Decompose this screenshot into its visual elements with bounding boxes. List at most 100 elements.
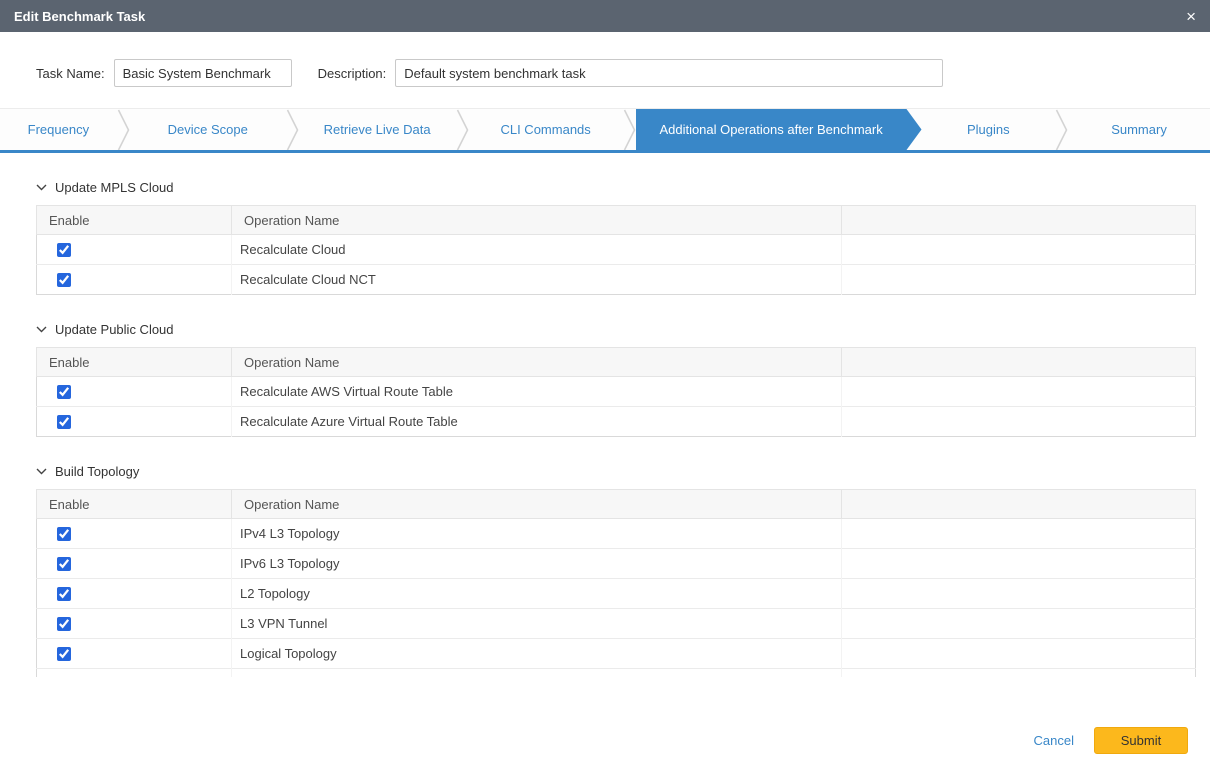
section-header[interactable]: Build Topology — [36, 461, 1196, 481]
enable-checkbox[interactable] — [57, 587, 71, 602]
tab-device-scope[interactable]: Device Scope — [130, 109, 286, 150]
table-row: Recalculate Cloud — [36, 234, 1196, 265]
section-header[interactable]: Update Public Cloud — [36, 319, 1196, 339]
submit-button[interactable]: Submit — [1094, 727, 1188, 754]
tab-plugins[interactable]: Plugins — [922, 109, 1056, 150]
column-header: Enable — [36, 205, 232, 235]
enable-checkbox[interactable] — [57, 415, 71, 430]
step-separator-icon — [1055, 109, 1068, 150]
tab-cli-commands[interactable]: CLI Commands — [469, 109, 623, 150]
column-header: Operation Name — [231, 205, 842, 235]
enable-checkbox[interactable] — [57, 385, 71, 400]
enable-checkbox[interactable] — [57, 617, 71, 632]
operations-table: Enable Operation Name Recalculate Cloud Rec… — [36, 205, 1196, 295]
step-separator-icon — [623, 109, 636, 150]
empty-cell — [841, 548, 1196, 579]
table-row: Logical Topology — [36, 638, 1196, 669]
empty-cell — [841, 578, 1196, 609]
operation-name: L2 Overlay Topology — [231, 668, 842, 677]
operation-name: IPv6 L3 Topology — [231, 548, 842, 579]
enable-cell — [36, 548, 232, 579]
step-separator-icon — [456, 109, 468, 150]
enable-checkbox[interactable] — [57, 243, 71, 258]
enable-cell — [36, 578, 232, 609]
table-row: L3 VPN Tunnel — [36, 608, 1196, 639]
chevron-down-icon — [36, 468, 47, 474]
tab-label: Frequency — [27, 122, 90, 137]
chevron-down-icon — [36, 184, 47, 190]
wizard-step-bar: Frequency Device Scope Retrieve Live Data C… — [0, 108, 1210, 153]
dialog-title: Edit Benchmark Task — [14, 8, 146, 24]
chevron-down-icon — [36, 326, 47, 332]
table-header-row: Enable Operation Name — [36, 489, 1196, 519]
enable-cell — [36, 668, 232, 677]
column-header — [841, 489, 1196, 519]
description-label: Description: — [317, 65, 387, 81]
tab-frequency[interactable]: Frequency — [0, 109, 117, 150]
column-header: Enable — [36, 347, 232, 377]
section-update-mpls-cloud: Update MPLS Cloud Enable Operation Name Rec… — [36, 177, 1196, 295]
empty-cell — [841, 608, 1196, 639]
operation-name: L3 VPN Tunnel — [231, 608, 842, 639]
table-row: Recalculate AWS Virtual Route Table — [36, 376, 1196, 407]
operation-sections: Update MPLS Cloud Enable Operation Name Rec… — [36, 177, 1196, 677]
section-title: Update MPLS Cloud — [55, 179, 174, 195]
tab-retrieve-live-data[interactable]: Retrieve Live Data — [299, 109, 456, 150]
operation-name: IPv4 L3 Topology — [231, 518, 842, 549]
tab-additional-operations-after-benchmark[interactable]: Additional Operations after Benchmark — [636, 109, 922, 150]
operation-name: L2 Topology — [231, 578, 842, 609]
step-separator-icon — [117, 109, 130, 150]
empty-cell — [841, 406, 1196, 437]
enable-cell — [36, 608, 232, 639]
table-row: IPv6 L3 Topology — [36, 548, 1196, 579]
step-separator-icon — [286, 109, 299, 150]
table-row: Recalculate Azure Virtual Route Table — [36, 406, 1196, 437]
tab-label: Plugins — [966, 122, 1010, 137]
section-build-topology: Build Topology Enable Operation Name IPv4 L… — [36, 461, 1196, 677]
empty-cell — [841, 518, 1196, 549]
tab-summary[interactable]: Summary — [1068, 109, 1210, 150]
empty-cell — [841, 234, 1196, 265]
operation-name: Logical Topology — [231, 638, 842, 669]
task-form-row: Task Name: Description: — [0, 32, 1210, 108]
description-input[interactable] — [395, 59, 944, 87]
table-row: L2 Topology — [36, 578, 1196, 609]
section-header[interactable]: Update MPLS Cloud — [36, 177, 1196, 197]
operations-scroll-area[interactable]: Update MPLS Cloud Enable Operation Name Rec… — [0, 153, 1210, 677]
section-update-public-cloud: Update Public Cloud Enable Operation Name R… — [36, 319, 1196, 437]
operation-name: Recalculate AWS Virtual Route Table — [231, 376, 842, 407]
close-icon[interactable]: × — [1186, 8, 1196, 25]
cancel-button[interactable]: Cancel — [1034, 727, 1074, 754]
table-row: Recalculate Cloud NCT — [36, 264, 1196, 295]
dialog-footer: Cancel Submit — [0, 677, 1210, 777]
tab-label: Summary — [1111, 122, 1167, 137]
enable-cell — [36, 406, 232, 437]
enable-checkbox[interactable] — [57, 647, 71, 662]
enable-checkbox[interactable] — [57, 557, 71, 572]
column-header — [841, 347, 1196, 377]
empty-cell — [841, 264, 1196, 295]
section-title: Update Public Cloud — [55, 321, 174, 337]
empty-cell — [841, 376, 1196, 407]
dialog-titlebar: Edit Benchmark Task × — [0, 0, 1210, 32]
table-header-row: Enable Operation Name — [36, 347, 1196, 377]
section-title: Build Topology — [55, 463, 140, 479]
enable-cell — [36, 264, 232, 295]
enable-checkbox[interactable] — [57, 527, 71, 542]
table-row: IPv4 L3 Topology — [36, 518, 1196, 549]
task-name-label: Task Name: — [36, 65, 105, 81]
tab-label: Retrieve Live Data — [323, 122, 431, 137]
task-name-input[interactable] — [113, 59, 292, 87]
enable-cell — [36, 518, 232, 549]
tab-label: Device Scope — [167, 122, 248, 137]
operation-name: Recalculate Cloud — [231, 234, 842, 265]
empty-cell — [841, 668, 1196, 677]
table-row: L2 Overlay Topology — [36, 668, 1196, 677]
enable-cell — [36, 638, 232, 669]
operations-table: Enable Operation Name Recalculate AWS Virt… — [36, 347, 1196, 437]
enable-cell — [36, 234, 232, 265]
enable-checkbox[interactable] — [57, 273, 71, 288]
operation-name: Recalculate Azure Virtual Route Table — [231, 406, 842, 437]
enable-cell — [36, 376, 232, 407]
operations-table: Enable Operation Name IPv4 L3 Topology IPv6… — [36, 489, 1196, 677]
